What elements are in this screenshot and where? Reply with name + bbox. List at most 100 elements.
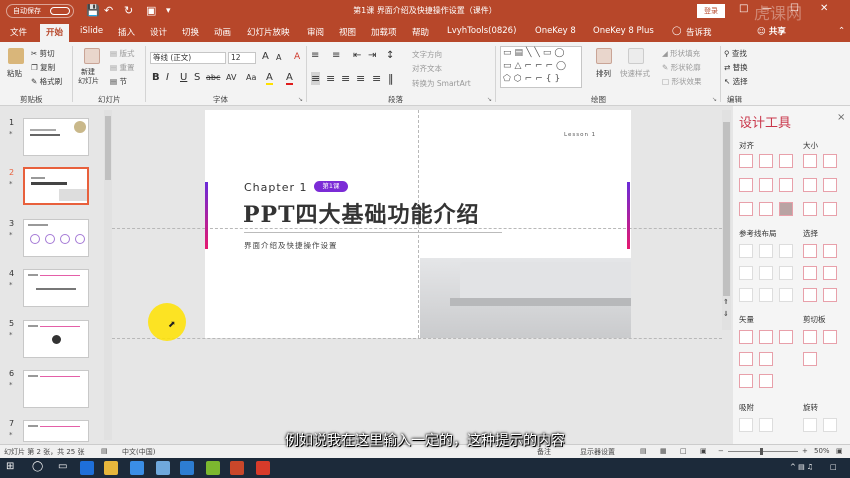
replace-button[interactable]: ⇄ 替换 bbox=[724, 62, 748, 73]
intersect-tool-icon[interactable] bbox=[739, 352, 753, 366]
same-width-tool-icon[interactable] bbox=[803, 154, 817, 168]
change-case-button[interactable]: Aa bbox=[246, 73, 256, 82]
thumbnail-scrollbar[interactable] bbox=[104, 110, 112, 440]
slide-thumbnail-4[interactable] bbox=[23, 269, 89, 307]
align-right-tool-icon[interactable] bbox=[779, 154, 793, 168]
file-explorer-icon[interactable] bbox=[104, 461, 118, 475]
align-top-tool-icon[interactable] bbox=[739, 178, 753, 192]
notification-icon[interactable]: □ bbox=[830, 463, 837, 471]
cut-button[interactable]: ✂ 剪切 bbox=[31, 48, 55, 59]
clear-format-button[interactable]: A bbox=[294, 52, 300, 62]
grow-font-button[interactable]: A bbox=[262, 51, 269, 62]
lesson-badge[interactable]: 第1课 bbox=[314, 181, 348, 192]
windows-start-icon[interactable]: ⊞ bbox=[6, 461, 14, 472]
tab-animations[interactable]: 动画 bbox=[214, 26, 231, 38]
columns-icon[interactable]: ‖ bbox=[388, 72, 394, 85]
font-name-select[interactable]: 等线 (正文) bbox=[150, 52, 226, 64]
app-icon[interactable] bbox=[130, 461, 144, 475]
numbering-icon[interactable]: ≡ bbox=[332, 50, 340, 61]
paste-tool-icon[interactable] bbox=[823, 330, 837, 344]
select-tool-icon[interactable] bbox=[803, 288, 817, 302]
share-button[interactable]: ☺ 共享 bbox=[757, 25, 786, 37]
bold-button[interactable]: B bbox=[152, 72, 160, 83]
arrange-icon[interactable] bbox=[596, 48, 612, 64]
app-icon[interactable] bbox=[206, 461, 220, 475]
tab-view[interactable]: 视图 bbox=[339, 26, 356, 38]
edit-points-tool-icon[interactable] bbox=[759, 374, 773, 388]
guide-tool-icon[interactable] bbox=[739, 266, 753, 280]
union-tool-icon[interactable] bbox=[739, 330, 753, 344]
edge-icon[interactable] bbox=[80, 461, 94, 475]
align-left-tool-icon[interactable] bbox=[739, 154, 753, 168]
char-spacing-button[interactable]: AV bbox=[226, 73, 236, 82]
distribute-h-tool-icon[interactable] bbox=[739, 202, 753, 216]
guide-tool-icon[interactable] bbox=[779, 288, 793, 302]
select-tool-icon[interactable] bbox=[823, 266, 837, 280]
text-tool-icon[interactable] bbox=[739, 374, 753, 388]
resize-tool-icon[interactable] bbox=[823, 178, 837, 192]
format-painter-button[interactable]: ✎ 格式刷 bbox=[31, 76, 62, 87]
slide-thumbnail-1[interactable] bbox=[23, 118, 89, 156]
text-direction-button[interactable]: 文字方向 bbox=[412, 49, 442, 60]
tab-home[interactable]: 开始 bbox=[40, 24, 70, 42]
fit-height-tool-icon[interactable] bbox=[823, 202, 837, 216]
slide-thumbnail-3[interactable] bbox=[23, 219, 89, 257]
underline-button[interactable]: U bbox=[180, 72, 187, 83]
strikethrough-button[interactable]: abc bbox=[206, 73, 220, 82]
guide-tool-icon[interactable] bbox=[759, 266, 773, 280]
copy-button[interactable]: ❐ 复制 bbox=[31, 62, 55, 73]
lesson-label[interactable]: Lesson 1 bbox=[564, 132, 596, 138]
increase-indent-icon[interactable]: ⇥ bbox=[368, 50, 376, 61]
justify-icon[interactable]: ≡ bbox=[356, 72, 365, 85]
align-middle-tool-icon[interactable] bbox=[759, 178, 773, 192]
distributed-icon[interactable]: ≡ bbox=[372, 72, 381, 85]
app-icon[interactable] bbox=[180, 461, 194, 475]
next-slide-icon[interactable]: ⇓ bbox=[723, 310, 729, 318]
paste-button[interactable]: 粘贴 bbox=[7, 68, 22, 79]
distribute-v-tool-icon[interactable] bbox=[759, 202, 773, 216]
drawing-dialog-launcher-icon[interactable]: ↘ bbox=[712, 96, 717, 103]
guide-tool-icon[interactable] bbox=[759, 244, 773, 258]
scrollbar-thumb[interactable] bbox=[105, 116, 111, 180]
align-center-tool-icon[interactable] bbox=[759, 154, 773, 168]
tab-islide[interactable]: iSlide bbox=[80, 26, 103, 36]
tell-me-search[interactable]: 告诉我 bbox=[686, 26, 712, 38]
slide-thumbnail-5[interactable] bbox=[23, 320, 89, 358]
guide-tool-icon[interactable] bbox=[759, 288, 773, 302]
close-icon[interactable]: × bbox=[837, 112, 845, 123]
paste-format-tool-icon[interactable] bbox=[803, 352, 817, 366]
tab-slideshow[interactable]: 幻灯片放映 bbox=[247, 26, 290, 38]
arrange-button[interactable]: 排列 bbox=[596, 68, 611, 79]
app-icon[interactable] bbox=[156, 461, 170, 475]
zoom-slider[interactable] bbox=[728, 451, 798, 452]
select-button[interactable]: ↖ 选择 bbox=[724, 76, 748, 87]
select-same-tool-icon[interactable] bbox=[803, 244, 817, 258]
font-dialog-launcher-icon[interactable]: ↘ bbox=[298, 96, 303, 103]
tray-icons[interactable]: ^ ▤ ♫ bbox=[790, 463, 813, 471]
tab-onekey8[interactable]: OneKey 8 bbox=[535, 26, 576, 36]
align-bottom-tool-icon[interactable] bbox=[779, 178, 793, 192]
app-icon[interactable] bbox=[256, 461, 270, 475]
align-left-icon[interactable]: ≡ bbox=[311, 72, 321, 85]
tab-review[interactable]: 审阅 bbox=[307, 26, 324, 38]
task-view-icon[interactable]: ▭ bbox=[58, 461, 67, 472]
font-size-select[interactable]: 12 bbox=[228, 52, 256, 64]
slide-thumbnail-6[interactable] bbox=[23, 370, 89, 408]
same-height-tool-icon[interactable] bbox=[823, 154, 837, 168]
horizontal-guide[interactable] bbox=[112, 338, 722, 339]
guide-tool-icon[interactable] bbox=[739, 288, 753, 302]
scrollbar-thumb[interactable] bbox=[723, 122, 730, 296]
align-text-button[interactable]: 对齐文本 bbox=[412, 63, 442, 74]
guide-tool-icon[interactable] bbox=[779, 266, 793, 280]
prev-slide-icon[interactable]: ⇑ bbox=[723, 298, 729, 306]
chapter-label[interactable]: Chapter 1 bbox=[244, 181, 307, 194]
canvas-scrollbar[interactable] bbox=[722, 110, 731, 330]
align-center-icon[interactable]: ≡ bbox=[326, 72, 335, 85]
same-size-tool-icon[interactable] bbox=[803, 178, 817, 192]
shapes-gallery[interactable]: ▭▤╲╲▭◯ ▭△⌐⌐⌐◯ ⬠⬡⌐⌐{} bbox=[500, 46, 582, 88]
select-same-tool-icon[interactable] bbox=[823, 244, 837, 258]
reset-button[interactable]: ▤ 重置 bbox=[110, 62, 134, 73]
slide-title[interactable]: PPT四大基础功能介绍 bbox=[243, 197, 479, 229]
tab-transitions[interactable]: 切换 bbox=[182, 26, 199, 38]
italic-button[interactable]: I bbox=[166, 72, 169, 83]
